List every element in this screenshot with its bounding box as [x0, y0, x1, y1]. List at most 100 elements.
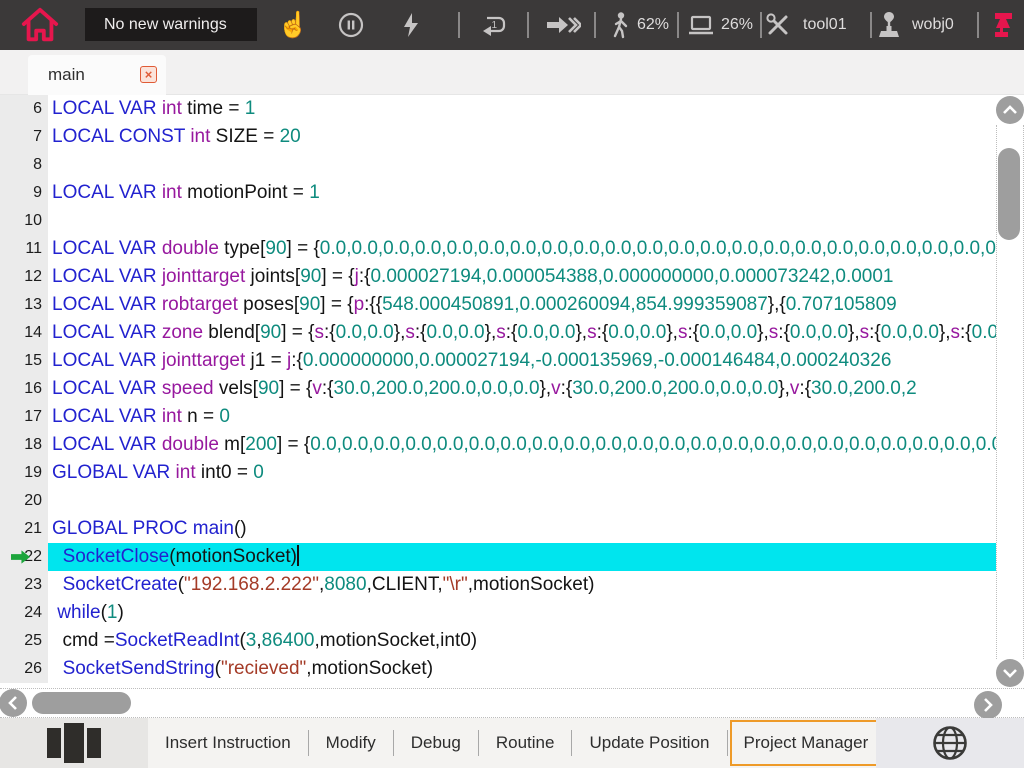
line-number: 19 [0, 459, 48, 487]
topbar-divider [977, 12, 979, 38]
load-value[interactable]: 26% [721, 0, 753, 50]
topbar-divider [870, 12, 872, 38]
code-line[interactable]: 6LOCAL VAR int time = 1 [0, 95, 996, 123]
tool-value[interactable]: tool01 [803, 0, 847, 50]
line-number: 12 [0, 263, 48, 291]
code-editor[interactable]: 6LOCAL VAR int time = 17LOCAL CONST int … [0, 95, 1024, 688]
keyboard-button[interactable] [0, 718, 148, 768]
code-line[interactable]: 11LOCAL VAR double type[90] = {0.0,0.0,0… [0, 235, 996, 263]
toolbar-item-project-manager[interactable]: Project Manager [730, 720, 883, 766]
code-line[interactable]: 26 SocketSendString("recieved",motionSoc… [0, 655, 996, 683]
line-number: 24 [0, 599, 48, 627]
language-button[interactable] [876, 718, 1024, 768]
code-line[interactable]: 23 SocketCreate("192.168.2.222",8080,CLI… [0, 571, 996, 599]
scroll-up-button[interactable] [996, 96, 1024, 124]
line-number: 7 [0, 123, 48, 151]
topbar-divider [527, 12, 529, 38]
code-line[interactable]: 24 while(1) [0, 599, 996, 627]
code-line[interactable]: 21GLOBAL PROC main() [0, 515, 996, 543]
line-number: 16 [0, 375, 48, 403]
tab-main[interactable]: main × [28, 55, 166, 95]
line-number: 26 [0, 655, 48, 683]
line-number: 6 [0, 95, 48, 123]
code-line[interactable]: 10 [0, 207, 996, 235]
speed-value[interactable]: 62% [637, 0, 669, 50]
vertical-scroll-thumb[interactable] [998, 148, 1020, 240]
walking-person-icon [608, 11, 632, 39]
line-number: 22 [0, 543, 48, 571]
repeat-once-icon: 1 [479, 13, 509, 37]
code-line[interactable]: 8 [0, 151, 996, 179]
code-line[interactable]: 17LOCAL VAR int n = 0 [0, 403, 996, 431]
keyboard-icon [47, 721, 101, 765]
warnings-box[interactable]: No new warnings [85, 8, 257, 41]
fast-forward-button[interactable] [545, 0, 581, 50]
execution-pointer-icon [11, 550, 30, 564]
hand-pointer-button[interactable]: ☝ [280, 0, 306, 50]
horizontal-scroll-thumb[interactable] [32, 692, 131, 714]
code-line[interactable]: 25 cmd =SocketReadInt(3,86400,motionSock… [0, 627, 996, 655]
app-root: No new warnings ☝ 1 [0, 0, 1024, 768]
code-line[interactable]: 19GLOBAL VAR int int0 = 0 [0, 459, 996, 487]
code-line[interactable]: 15LOCAL VAR jointtarget j1 = j:{0.000000… [0, 347, 996, 375]
toolbar-item-routine[interactable]: Routine [479, 718, 572, 768]
toolbar-item-debug[interactable]: Debug [394, 718, 478, 768]
line-number: 9 [0, 179, 48, 207]
horizontal-scrollbar[interactable] [0, 688, 1024, 718]
toolbar-item-update-position[interactable]: Update Position [572, 718, 726, 768]
top-status-bar: No new warnings ☝ 1 [0, 0, 1024, 50]
close-icon[interactable]: × [140, 66, 157, 83]
toolbar-item-insert-instruction[interactable]: Insert Instruction [148, 718, 308, 768]
pause-button[interactable] [338, 0, 364, 50]
line-number: 18 [0, 431, 48, 459]
code-line[interactable]: 18LOCAL VAR double m[200] = {0.0,0.0,0.0… [0, 431, 996, 459]
laptop-icon [687, 14, 715, 36]
chevron-up-icon [1003, 105, 1017, 115]
topbar-divider [677, 12, 679, 38]
language-globe-icon [931, 724, 969, 762]
tab-title: main [28, 65, 85, 85]
line-number: 13 [0, 291, 48, 319]
home-icon [19, 5, 61, 45]
wobj-value[interactable]: wobj0 [912, 0, 954, 50]
code-line[interactable]: 14LOCAL VAR zone blend[90] = {s:{0.0,0.0… [0, 319, 996, 347]
topbar-divider [594, 12, 596, 38]
toolbar-divider [727, 730, 728, 756]
tool-selector[interactable] [765, 0, 791, 50]
home-button[interactable] [18, 0, 62, 50]
chevron-left-icon [8, 696, 18, 710]
text-cursor [297, 545, 299, 566]
scroll-left-button[interactable] [0, 689, 27, 717]
line-number: 17 [0, 403, 48, 431]
lightning-button[interactable] [400, 0, 422, 50]
line-number: 20 [0, 487, 48, 515]
repeat-once-button[interactable]: 1 [479, 0, 509, 50]
line-number: 11 [0, 235, 48, 263]
scroll-down-button[interactable] [996, 659, 1024, 687]
line-number: 8 [0, 151, 48, 179]
code-line[interactable]: 7LOCAL CONST int SIZE = 20 [0, 123, 996, 151]
toolbar-item-modify[interactable]: Modify [309, 718, 393, 768]
code-line[interactable]: 13LOCAL VAR robtarget poses[90] = {p:{{5… [0, 291, 996, 319]
warnings-text: No new warnings [85, 16, 227, 34]
code-line[interactable]: 12LOCAL VAR jointtarget joints[90] = {j:… [0, 263, 996, 291]
line-number: 10 [0, 207, 48, 235]
chevron-down-icon [1003, 668, 1017, 678]
scroll-right-button[interactable] [974, 691, 1002, 719]
speed-indicator[interactable] [607, 0, 633, 50]
code-line[interactable]: 22 SocketClose(motionSocket) [0, 543, 996, 571]
code-line[interactable]: 16LOCAL VAR speed vels[90] = {v:{30.0,20… [0, 375, 996, 403]
tools-icon [765, 12, 791, 38]
chevron-right-icon [983, 698, 993, 712]
robot-logo-button[interactable] [991, 0, 1015, 50]
bottom-toolbar: Insert InstructionModifyDebugRoutineUpda… [0, 718, 1024, 768]
code-line[interactable]: 9LOCAL VAR int motionPoint = 1 [0, 179, 996, 207]
svg-text:1: 1 [492, 20, 498, 31]
vertical-scrollbar[interactable] [996, 95, 1024, 688]
load-indicator[interactable] [687, 0, 715, 50]
code-line[interactable]: 20 [0, 487, 996, 515]
line-number: 14 [0, 319, 48, 347]
code-lines[interactable]: 6LOCAL VAR int time = 17LOCAL CONST int … [0, 95, 996, 688]
wobj-selector[interactable] [876, 0, 902, 50]
line-number: 25 [0, 627, 48, 655]
